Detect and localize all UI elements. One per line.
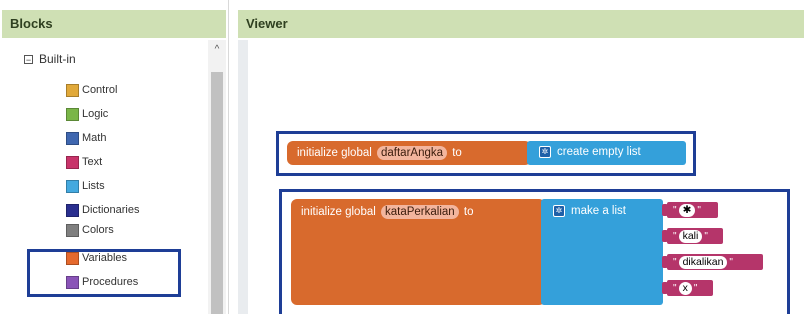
text-block-item-1[interactable]: " ✱ " — [667, 202, 718, 218]
tree-root-label: Built-in — [39, 52, 76, 66]
tree-item-label: Lists — [82, 180, 105, 192]
math-swatch-icon — [66, 131, 79, 145]
close-quote: " — [729, 256, 733, 268]
blocks-scrollbar[interactable]: ^ — [208, 40, 226, 314]
tree-root-built-in[interactable]: − Built-in — [24, 52, 76, 66]
text-block-item-2[interactable]: " kali " — [667, 228, 723, 244]
variable-name-field[interactable]: kataPerkalian — [381, 205, 459, 219]
close-quote: " — [697, 204, 701, 216]
text-block-item-3[interactable]: " dikalikan " — [667, 254, 763, 270]
to-label: to — [463, 206, 474, 218]
lists-swatch-icon — [66, 179, 79, 193]
mutator-gear-icon[interactable]: ✲ — [539, 146, 551, 158]
tree-item-label: Math — [82, 132, 107, 144]
open-quote: " — [673, 282, 677, 294]
initialize-global-label: initialize global — [297, 147, 372, 159]
initialize-global-label: initialize global — [301, 206, 376, 218]
text-value-field[interactable]: kali — [678, 229, 703, 243]
collapse-icon[interactable]: − — [24, 55, 33, 65]
create-empty-list-block[interactable]: ✲ create empty list — [527, 141, 686, 165]
tree-item-dictionaries[interactable]: Dictionaries — [66, 200, 139, 220]
tree-item-label: Colors — [82, 224, 114, 236]
initialize-global-kataperkalian-block[interactable]: initialize global kataPerkalian to — [291, 199, 545, 305]
mutator-gear-icon[interactable]: ✲ — [553, 205, 565, 217]
tree-item-label: Logic — [82, 108, 109, 120]
tree-item-lists[interactable]: Lists — [66, 176, 105, 196]
tree-item-label: Text — [82, 156, 103, 168]
to-label: to — [452, 147, 462, 159]
text-value-field[interactable]: x — [678, 281, 692, 295]
open-quote: " — [673, 256, 677, 268]
viewer-title: Viewer — [238, 10, 804, 38]
initialize-global-daftarangka-block[interactable]: initialize global daftarAngka to — [287, 141, 531, 165]
close-quote: " — [704, 230, 708, 242]
text-value-field[interactable]: ✱ — [678, 203, 696, 217]
tree-item-text[interactable]: Text — [66, 152, 102, 172]
tree-item-control[interactable]: Control — [66, 80, 117, 100]
tree-item-colors[interactable]: Colors — [66, 224, 114, 238]
tree-item-logic[interactable]: Logic — [66, 104, 108, 124]
blocks-panel-title: Blocks — [2, 10, 226, 38]
text-value-field[interactable]: dikalikan — [678, 255, 728, 269]
open-quote: " — [673, 204, 677, 216]
scrollbar-thumb[interactable] — [211, 72, 223, 314]
control-swatch-icon — [66, 83, 79, 97]
variable-name-field[interactable]: daftarAngka — [377, 146, 448, 160]
tree-item-label: Dictionaries — [82, 204, 140, 216]
close-quote: " — [693, 282, 698, 294]
variables-highlight-box — [27, 249, 181, 297]
tree-item-label: Control — [82, 84, 118, 96]
create-empty-list-label: create empty list — [557, 146, 641, 159]
open-quote: " — [673, 230, 677, 242]
viewer-gutter — [238, 40, 248, 314]
tree-item-math[interactable]: Math — [66, 128, 106, 148]
colors-swatch-icon — [66, 224, 79, 237]
make-a-list-label: make a list — [571, 205, 626, 218]
text-block-item-4[interactable]: " x " — [667, 280, 713, 296]
dictionaries-swatch-icon — [66, 203, 79, 217]
logic-swatch-icon — [66, 107, 79, 121]
make-a-list-block[interactable]: ✲ make a list — [541, 199, 663, 305]
text-swatch-icon — [66, 155, 79, 169]
scroll-up-arrow-icon[interactable]: ^ — [208, 44, 226, 55]
